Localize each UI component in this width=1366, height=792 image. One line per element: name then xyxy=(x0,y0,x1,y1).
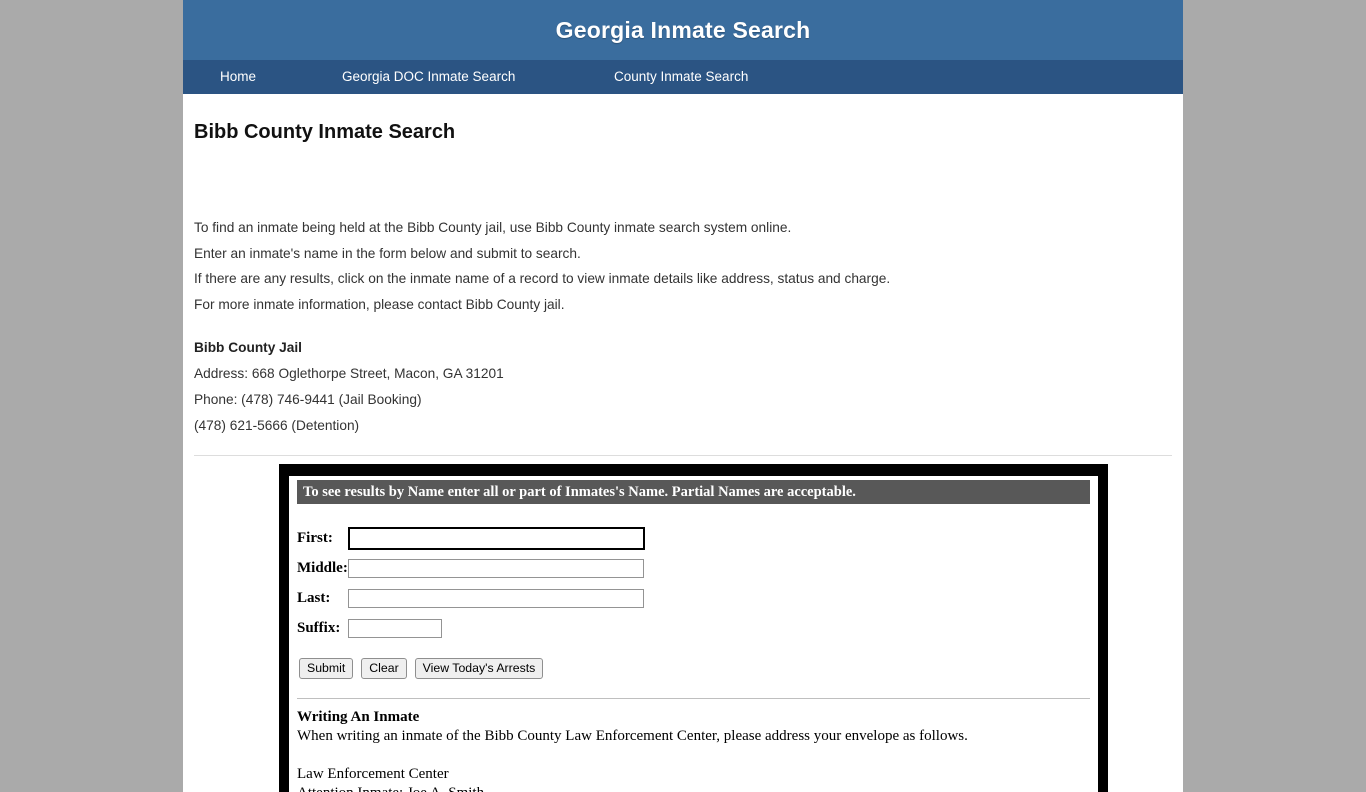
cell-middle-input xyxy=(347,556,645,586)
label-first: First: xyxy=(297,530,333,546)
jail-contact-block: Bibb County Jail Address: 668 Oglethorpe… xyxy=(194,335,1172,439)
view-todays-arrests-button[interactable]: View Today's Arrests xyxy=(414,658,544,679)
site-header: Georgia Inmate Search xyxy=(183,0,1183,60)
name-search-fields: First: Middle: Last: Suffix: xyxy=(297,526,645,641)
cell-suffix-input xyxy=(347,616,645,641)
main-navigation: Home Georgia DOC Inmate Search County In… xyxy=(183,60,1183,94)
cell-first-input xyxy=(347,526,645,556)
intro-paragraph-3: If there are any results, click on the i… xyxy=(194,271,891,286)
writing-an-inmate-intro: When writing an inmate of the Bibb Count… xyxy=(297,728,968,744)
site-title: Georgia Inmate Search xyxy=(555,16,811,43)
intro-paragraph-4: For more inmate information, please cont… xyxy=(194,296,565,312)
label-suffix: Suffix: xyxy=(297,620,341,636)
field-row-middle: Middle: xyxy=(297,556,645,586)
field-row-last: Last: xyxy=(297,586,645,616)
jail-phone-booking: Phone: (478) 746-9441 (Jail Booking) xyxy=(194,392,422,407)
jail-address: Address: 668 Oglethorpe Street, Macon, G… xyxy=(194,366,504,381)
jail-name: Bibb County Jail xyxy=(194,340,302,355)
inmate-search-frame-content: To see results by Name enter all or part… xyxy=(289,476,1098,792)
mailing-address-line-2: Attention Inmate: Joe A. Smith xyxy=(297,784,1090,792)
form-button-row: Submit Clear View Today's Arrests xyxy=(299,658,1090,679)
nav-item-county-inmate-search[interactable]: County Inmate Search xyxy=(614,60,748,94)
page-container: Georgia Inmate Search Home Georgia DOC I… xyxy=(183,0,1183,792)
clear-button[interactable]: Clear xyxy=(361,658,407,679)
mailing-address-block: Law Enforcement Center Attention Inmate:… xyxy=(297,765,1090,792)
intro-paragraphs: To find an inmate being held at the Bibb… xyxy=(194,215,1172,317)
page-title: Bibb County Inmate Search xyxy=(194,121,456,143)
section-divider xyxy=(194,455,1172,456)
intro-paragraph-1: To find an inmate being held at the Bibb… xyxy=(194,220,792,235)
label-middle: Middle: xyxy=(297,560,348,576)
form-inner-divider xyxy=(297,698,1090,699)
middle-name-input[interactable] xyxy=(347,559,644,578)
main-content: Bibb County Inmate Search To find an inm… xyxy=(183,120,1183,792)
field-row-suffix: Suffix: xyxy=(297,616,645,641)
writing-an-inmate-heading: Writing An Inmate xyxy=(297,709,420,725)
inmate-search-frame: To see results by Name enter all or part… xyxy=(279,464,1108,792)
last-name-input[interactable] xyxy=(347,589,644,608)
submit-button[interactable]: Submit xyxy=(299,658,354,679)
suffix-input[interactable] xyxy=(347,619,442,638)
search-form-banner: To see results by Name enter all or part… xyxy=(297,480,1090,504)
first-name-input[interactable] xyxy=(347,527,645,550)
intro-paragraph-2: Enter an inmate's name in the form below… xyxy=(194,245,581,261)
jail-phone-detention: (478) 621-5666 (Detention) xyxy=(194,418,360,433)
field-row-first: First: xyxy=(297,526,645,556)
nav-item-georgia-doc-inmate-search[interactable]: Georgia DOC Inmate Search xyxy=(342,60,515,94)
label-last: Last: xyxy=(297,590,331,606)
nav-item-home[interactable]: Home xyxy=(220,60,256,94)
cell-last-input xyxy=(347,586,645,616)
